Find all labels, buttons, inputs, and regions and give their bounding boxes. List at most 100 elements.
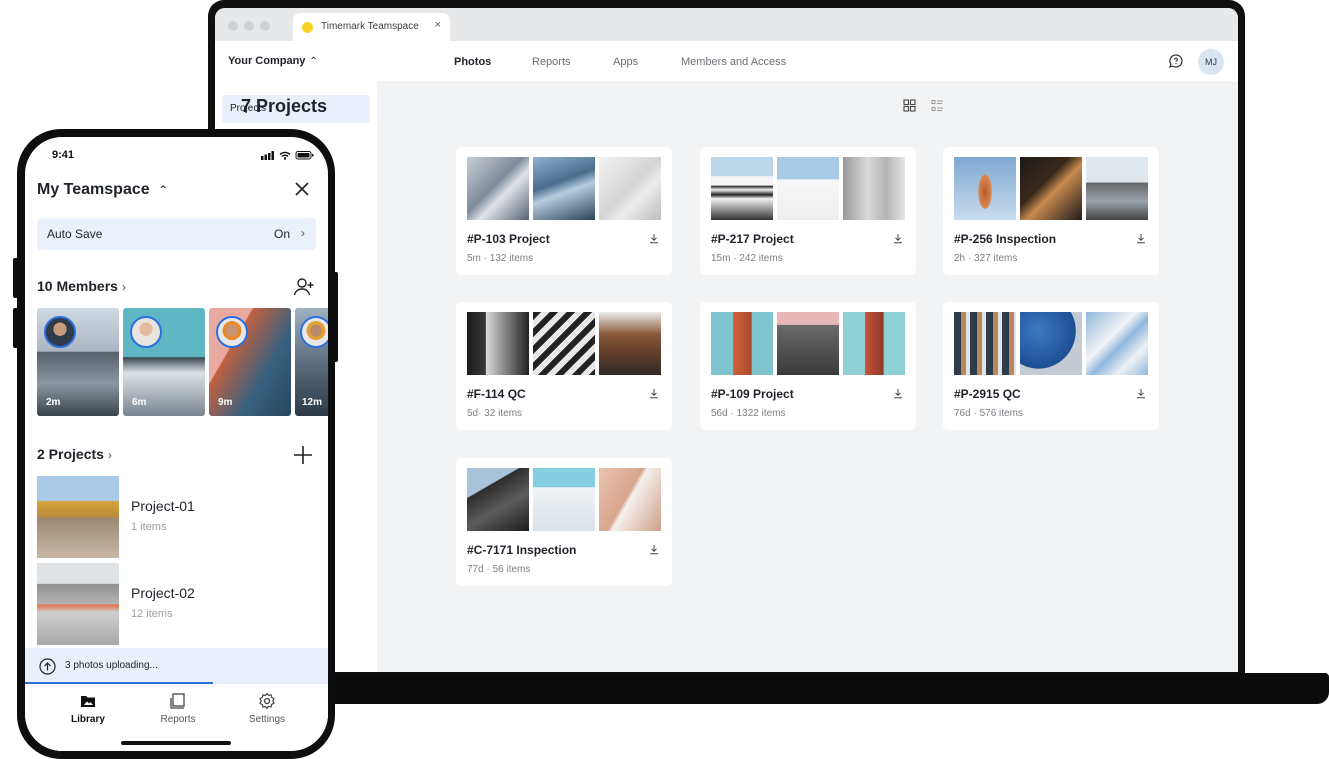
status-time: 9:41 (52, 149, 75, 161)
chat-help-icon[interactable] (1168, 53, 1184, 69)
member-card[interactable]: 6m (123, 308, 205, 416)
download-icon[interactable] (649, 544, 659, 555)
tab-reports-label: Reports (160, 714, 196, 725)
chevron-updown-icon: ⌃ (158, 183, 169, 197)
chevron-right-icon: › (121, 280, 126, 294)
project-meta: 76d · 576 items (954, 408, 1023, 419)
grid-view-icon[interactable] (903, 99, 916, 112)
member-time: 12m (302, 397, 323, 408)
tab-close-icon[interactable]: × (435, 19, 441, 31)
page-title: 7 Projects (241, 96, 328, 116)
member-card[interactable]: 9m (209, 308, 291, 416)
project-card[interactable]: #P-109 Project 56d · 1322 items (700, 302, 916, 430)
chevron-right-icon: › (107, 448, 112, 462)
browser-titlebar: Timemark Teamspace × (215, 8, 1238, 41)
download-icon[interactable] (1136, 388, 1146, 399)
project-photo (954, 312, 1016, 375)
project-name: Project-01 (131, 498, 195, 514)
project-thumbnails (467, 157, 662, 220)
project-photo (467, 312, 529, 375)
project-meta: 56d · 1322 items (711, 408, 786, 419)
download-icon[interactable] (893, 233, 903, 244)
close-icon[interactable] (293, 180, 311, 198)
project-card[interactable]: #P-2915 QC 76d · 576 items (943, 302, 1159, 430)
laptop-base (300, 673, 1329, 704)
project-photo (843, 312, 905, 375)
favicon-icon (302, 22, 313, 33)
project-card[interactable]: #P-217 Project 15m · 242 items (700, 147, 916, 275)
window-zoom-dot[interactable] (260, 21, 270, 31)
tab-library[interactable]: Library (48, 692, 128, 725)
project-photo (777, 157, 839, 220)
nav-members-and-access[interactable]: Members and Access (681, 56, 786, 68)
project-row[interactable]: Project-01 1 items (37, 476, 307, 558)
company-switcher[interactable]: Your Company ⌃ (228, 55, 318, 67)
download-icon[interactable] (1136, 233, 1146, 244)
window-minimize-dot[interactable] (244, 21, 254, 31)
project-title: #F-114 QC (467, 387, 526, 401)
member-avatar (300, 316, 328, 348)
project-photo (1020, 157, 1082, 220)
download-icon[interactable] (893, 388, 903, 399)
tab-reports[interactable]: Reports (138, 692, 218, 725)
tab-settings[interactable]: Settings (227, 692, 307, 725)
user-avatar[interactable]: MJ (1198, 49, 1224, 75)
member-card[interactable]: 12m (295, 308, 328, 416)
nav-photos[interactable]: Photos (454, 56, 491, 68)
project-photo (37, 563, 119, 645)
project-thumbnails (467, 312, 662, 375)
project-card[interactable]: #C-7171 Inspection 77d · 56 items (456, 458, 672, 586)
project-photo (1086, 157, 1148, 220)
project-photo (954, 157, 1016, 220)
project-photo (37, 476, 119, 558)
list-view-icon[interactable] (931, 99, 944, 112)
project-photo (1020, 312, 1082, 375)
project-card[interactable]: #P-103 Project 5m · 132 items (456, 147, 672, 275)
member-time: 6m (132, 397, 147, 408)
member-time: 9m (218, 397, 233, 408)
project-card[interactable]: #P-256 Inspection 2h · 327 items (943, 147, 1159, 275)
auto-save-row[interactable]: Auto Save On › (37, 218, 316, 250)
upload-icon (39, 658, 56, 675)
window-close-dot[interactable] (228, 21, 238, 31)
projects-header[interactable]: 2 Projects › (37, 446, 112, 462)
add-project-icon[interactable] (293, 445, 313, 465)
teamspace-switcher[interactable]: My Teamspace ⌃ (37, 181, 168, 199)
upload-status-text: 3 photos uploading... (65, 660, 158, 671)
home-indicator (121, 741, 231, 745)
tab-library-label: Library (71, 714, 105, 725)
project-title: #P-103 Project (467, 232, 550, 246)
project-photo (467, 468, 529, 531)
project-meta: 15m · 242 items (711, 253, 783, 264)
project-title: #P-217 Project (711, 232, 794, 246)
projects-title: 2 Projects (37, 446, 104, 462)
browser-tab-title: Timemark Teamspace (321, 21, 419, 32)
browser-tab[interactable]: Timemark Teamspace × (293, 13, 450, 41)
nav-reports[interactable]: Reports (532, 56, 571, 68)
top-navigation: Your Company ⌃ Photos Reports Apps Member… (215, 41, 1238, 83)
project-photo (599, 312, 661, 375)
status-bar-icons (261, 151, 314, 160)
chevron-updown-icon: ⌃ (309, 56, 318, 67)
teamspace-name: My Teamspace (37, 181, 150, 198)
project-card[interactable]: #F-114 QC 5d· 32 items (456, 302, 672, 430)
members-title: 10 Members (37, 278, 118, 294)
project-thumbnails (467, 468, 662, 531)
project-photo (777, 312, 839, 375)
download-icon[interactable] (649, 233, 659, 244)
chevron-right-icon: › (301, 226, 305, 240)
nav-apps[interactable]: Apps (613, 56, 638, 68)
project-photo (467, 157, 529, 220)
auto-save-label: Auto Save (47, 227, 103, 241)
tab-settings-label: Settings (248, 714, 286, 725)
upload-status-bar[interactable]: 3 photos uploading... (25, 648, 328, 684)
download-icon[interactable] (649, 388, 659, 399)
members-header[interactable]: 10 Members › (37, 278, 126, 294)
project-photo (599, 157, 661, 220)
add-member-icon[interactable] (293, 277, 315, 297)
project-photo (533, 468, 595, 531)
library-icon (81, 696, 95, 707)
member-card[interactable]: 2m (37, 308, 119, 416)
project-title: #P-109 Project (711, 387, 794, 401)
project-row[interactable]: Project-02 12 items (37, 563, 307, 645)
